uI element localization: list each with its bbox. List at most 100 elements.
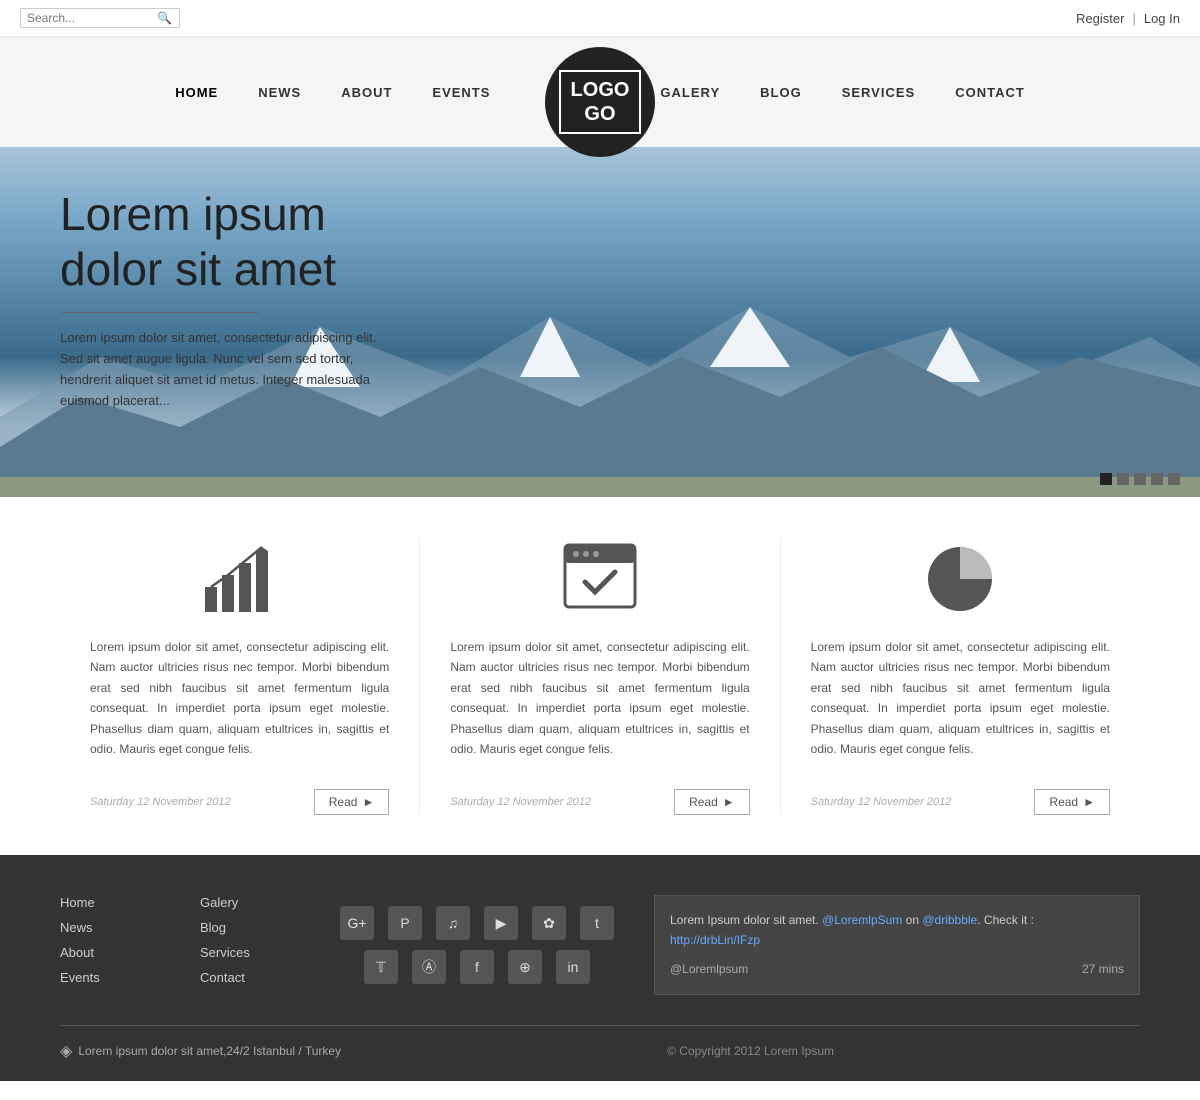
auth-links: Register | Log In xyxy=(1076,11,1180,26)
tweet-on: on xyxy=(906,913,919,927)
chart-icon xyxy=(200,537,280,617)
navbar: HOME NEWS ABOUT EVENTS GALERY BLOG SERVI… xyxy=(0,37,1200,147)
nav-link-about[interactable]: ABOUT xyxy=(321,75,412,110)
feature-3-read-button[interactable]: Read ► xyxy=(1034,789,1110,815)
tweet-author-handle: @Loremlpsum xyxy=(670,960,748,979)
youtube-icon[interactable]: ▶ xyxy=(484,906,518,940)
tweet-handle1[interactable]: @LoremlpSum xyxy=(822,913,902,927)
nav-item-events[interactable]: EVENTS xyxy=(412,75,510,110)
top-bar: 🔍 Register | Log In xyxy=(0,0,1200,37)
feature-col-1: Lorem ipsum dolor sit amet, consectetur … xyxy=(60,537,420,815)
nav-item-about[interactable]: ABOUT xyxy=(321,75,412,110)
tweet-time: 27 mins xyxy=(1082,960,1124,979)
footer-social: G+ P ♫ ▶ ✿ t 𝕋 Ⓐ f ⊕ in xyxy=(340,895,614,995)
hero-content: Lorem ipsum dolor sit amet Lorem ipsum d… xyxy=(60,187,400,412)
logo[interactable]: LOGOGO xyxy=(545,47,655,157)
nav-link-news[interactable]: NEWS xyxy=(238,75,321,110)
nav-link-events[interactable]: EVENTS xyxy=(412,75,510,110)
nav-link-home[interactable]: HOME xyxy=(155,75,238,110)
footer-bottom: ◈ Lorem ipsum dolor sit amet,24/2 Istanb… xyxy=(60,1025,1140,1061)
feature-1-footer: Saturday 12 November 2012 Read ► xyxy=(90,779,389,815)
footer-link-news[interactable]: News xyxy=(60,920,160,935)
footer-link-home[interactable]: Home xyxy=(60,895,160,910)
chevron-right-icon-3: ► xyxy=(1083,795,1095,809)
logo-text: LOGOGO xyxy=(559,70,642,134)
location-icon: ◈ xyxy=(60,1041,72,1061)
social-row-2: 𝕋 Ⓐ f ⊕ in xyxy=(364,950,590,984)
hero-title: Lorem ipsum dolor sit amet xyxy=(60,187,400,297)
nav-item-home[interactable]: HOME xyxy=(155,75,238,110)
footer-link-services[interactable]: Services xyxy=(200,945,300,960)
slider-dots xyxy=(1100,473,1180,485)
copyright-text: © Copyright 2012 Lorem Ipsum xyxy=(361,1044,1140,1058)
search-box[interactable]: 🔍 xyxy=(20,8,180,28)
footer-tweet: Lorem Ipsum dolor sit amet. @LoremlpSum … xyxy=(654,895,1140,995)
nav-link-contact[interactable]: CONTACT xyxy=(935,75,1045,110)
register-link[interactable]: Register xyxy=(1076,11,1124,26)
chevron-right-icon: ► xyxy=(362,795,374,809)
tweet-author: @Loremlpsum 27 mins xyxy=(670,960,1124,979)
nav-item-services[interactable]: SERVICES xyxy=(822,75,936,110)
facebook-icon[interactable]: f xyxy=(460,950,494,984)
dribbble-icon[interactable]: ⊕ xyxy=(508,950,542,984)
flickr-icon[interactable]: ✿ xyxy=(532,906,566,940)
feature-1-read-button[interactable]: Read ► xyxy=(314,789,390,815)
nav-item-contact[interactable]: CONTACT xyxy=(935,75,1045,110)
google-plus-icon[interactable]: G+ xyxy=(340,906,374,940)
tumblr-icon[interactable]: t xyxy=(580,906,614,940)
feature-col-3: Lorem ipsum dolor sit amet, consectetur … xyxy=(781,537,1140,815)
feature-2-date: Saturday 12 November 2012 xyxy=(450,796,591,808)
chevron-right-icon-2: ► xyxy=(723,795,735,809)
nav-item-news[interactable]: NEWS xyxy=(238,75,321,110)
feature-3-text: Lorem ipsum dolor sit amet, consectetur … xyxy=(811,637,1110,759)
feature-2-text: Lorem ipsum dolor sit amet, consectetur … xyxy=(450,637,749,759)
footer-nav-col-2: Galery Blog Services Contact xyxy=(200,895,300,995)
tweet-link[interactable]: http://drbLin/IFzp xyxy=(670,933,760,947)
auth-separator: | xyxy=(1132,11,1135,26)
calendar-check-icon xyxy=(560,537,640,617)
slider-dot-1[interactable] xyxy=(1100,473,1112,485)
feature-1-text: Lorem ipsum dolor sit amet, consectetur … xyxy=(90,637,389,759)
pie-chart-icon xyxy=(920,537,1000,617)
footer: Home News About Events Galery Blog Servi… xyxy=(0,855,1200,1081)
tweet-handle2[interactable]: @dribbble xyxy=(922,913,977,927)
slider-dot-4[interactable] xyxy=(1151,473,1163,485)
nav-item-galery[interactable]: GALERY xyxy=(640,75,740,110)
lastfm2-icon[interactable]: Ⓐ xyxy=(412,950,446,984)
footer-link-blog[interactable]: Blog xyxy=(200,920,300,935)
twitter-icon[interactable]: 𝕋 xyxy=(364,950,398,984)
address-text: Lorem ipsum dolor sit amet,24/2 Istanbul… xyxy=(78,1044,341,1058)
footer-link-contact[interactable]: Contact xyxy=(200,970,300,985)
search-input[interactable] xyxy=(27,11,157,25)
nav-link-galery[interactable]: GALERY xyxy=(640,75,740,110)
footer-top: Home News About Events Galery Blog Servi… xyxy=(60,895,1140,995)
feature-3-footer: Saturday 12 November 2012 Read ► xyxy=(811,779,1110,815)
hero-description: Lorem ipsum dolor sit amet, consectetur … xyxy=(60,328,400,411)
social-row-1: G+ P ♫ ▶ ✿ t xyxy=(340,906,614,940)
nav-item-blog[interactable]: BLOG xyxy=(740,75,822,110)
tweet-text: Lorem Ipsum dolor sit amet. @LoremlpSum … xyxy=(670,911,1124,949)
feature-1-date: Saturday 12 November 2012 xyxy=(90,796,231,808)
hero-divider xyxy=(60,312,260,313)
lastfm-icon[interactable]: ♫ xyxy=(436,906,470,940)
slider-dot-2[interactable] xyxy=(1117,473,1129,485)
footer-address: ◈ Lorem ipsum dolor sit amet,24/2 Istanb… xyxy=(60,1041,341,1061)
linkedin-icon[interactable]: in xyxy=(556,950,590,984)
hero-section: Lorem ipsum dolor sit amet Lorem ipsum d… xyxy=(0,147,1200,497)
feature-col-2: Lorem ipsum dolor sit amet, consectetur … xyxy=(420,537,780,815)
nav-link-blog[interactable]: BLOG xyxy=(740,75,822,110)
feature-3-date: Saturday 12 November 2012 xyxy=(811,796,952,808)
footer-link-about[interactable]: About xyxy=(60,945,160,960)
search-button[interactable]: 🔍 xyxy=(157,11,172,25)
slider-dot-5[interactable] xyxy=(1168,473,1180,485)
features-section: Lorem ipsum dolor sit amet, consectetur … xyxy=(0,497,1200,855)
nav-link-services[interactable]: SERVICES xyxy=(822,75,936,110)
feature-2-read-button[interactable]: Read ► xyxy=(674,789,750,815)
footer-nav-col-1: Home News About Events xyxy=(60,895,160,995)
pinterest-icon[interactable]: P xyxy=(388,906,422,940)
feature-2-footer: Saturday 12 November 2012 Read ► xyxy=(450,779,749,815)
login-link[interactable]: Log In xyxy=(1144,11,1180,26)
slider-dot-3[interactable] xyxy=(1134,473,1146,485)
footer-link-events[interactable]: Events xyxy=(60,970,160,985)
footer-link-galery[interactable]: Galery xyxy=(200,895,300,910)
